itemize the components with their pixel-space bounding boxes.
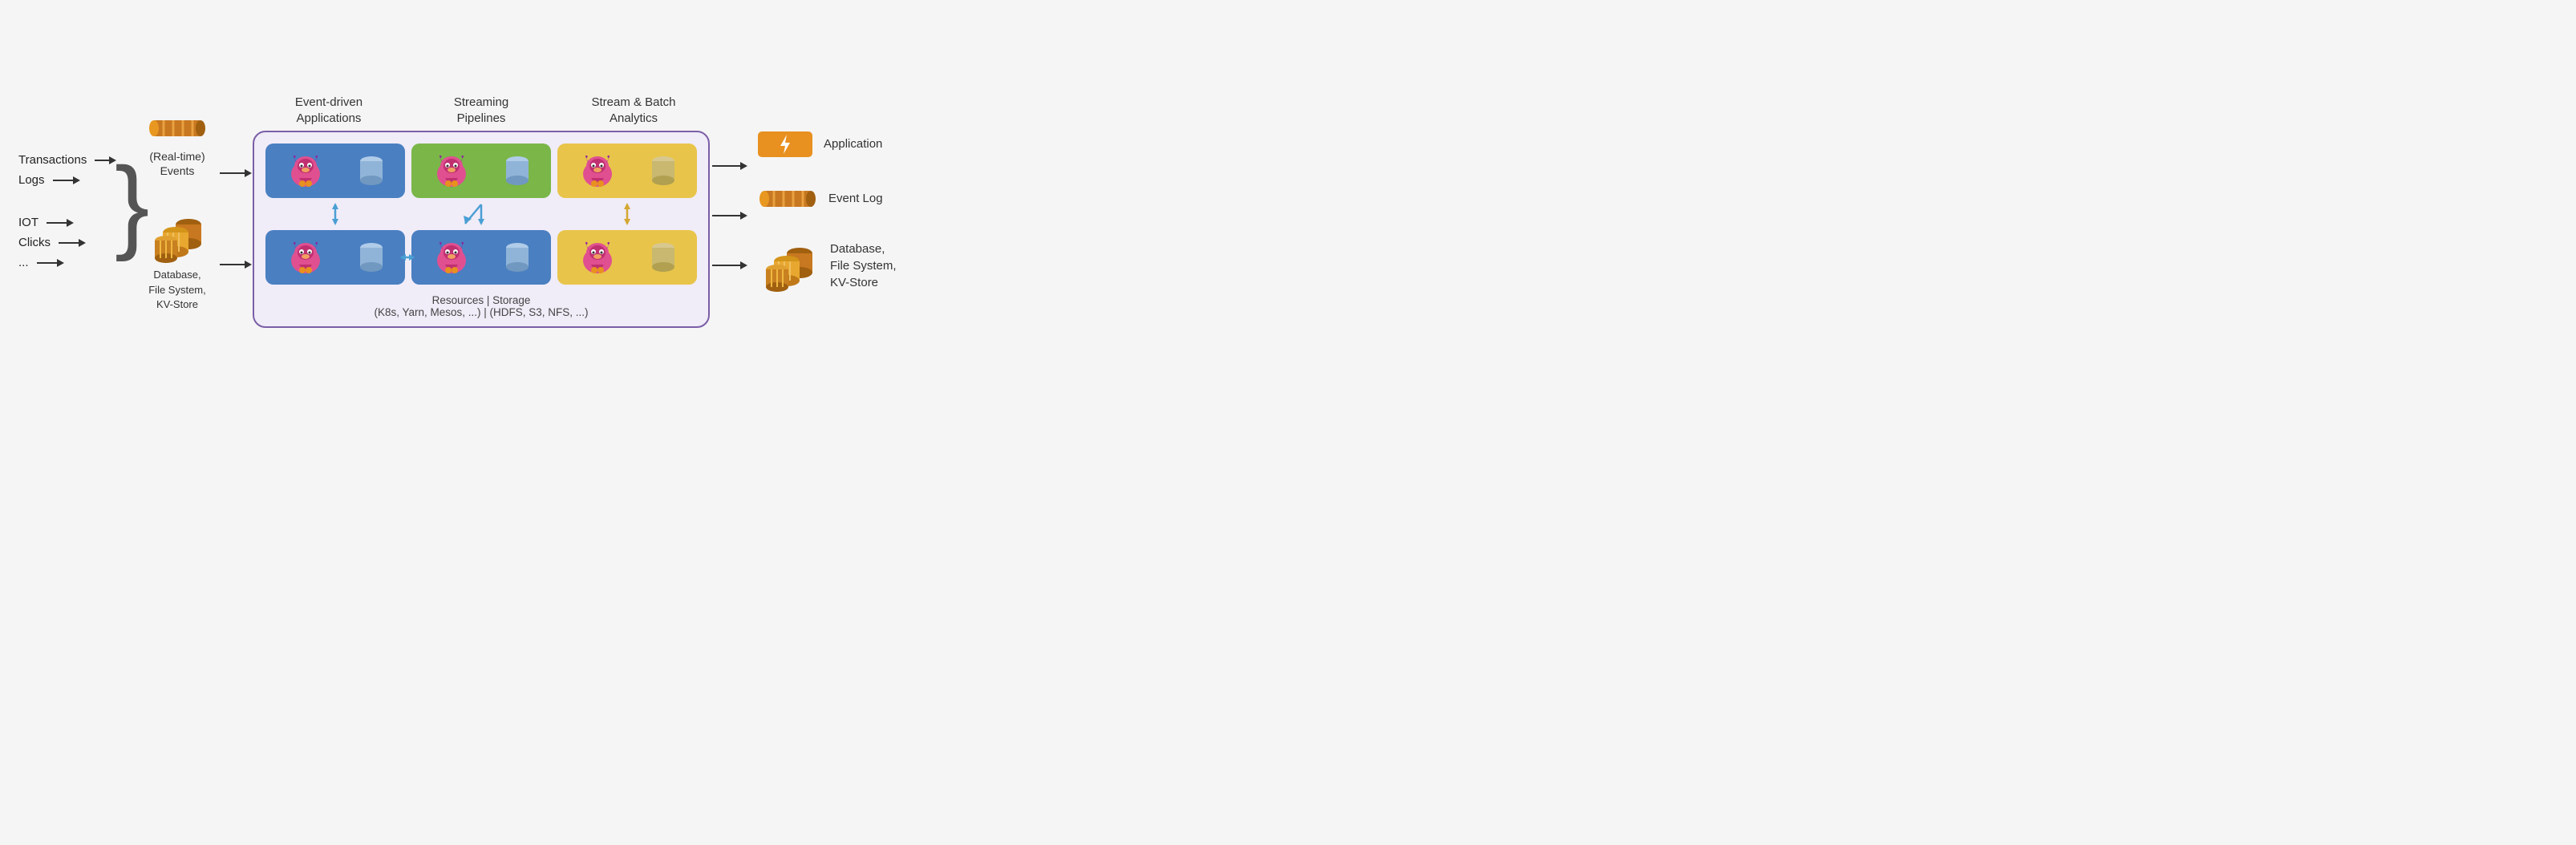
cylinder-bottom-center bbox=[503, 241, 532, 273]
flink-squirrel-1 bbox=[285, 150, 326, 192]
cell-bottom-left-blue bbox=[265, 230, 405, 285]
database-label-left: Database,File System,KV-Store bbox=[148, 268, 206, 312]
arrow-to-app bbox=[712, 165, 746, 167]
cell-bottom-right-yellow bbox=[557, 230, 697, 285]
arrow-events-to-main bbox=[220, 172, 250, 174]
database-icon-group: Database,File System,KV-Store bbox=[145, 210, 209, 312]
resources-label: Resources | Storage (K8s, Yarn, Mesos, .… bbox=[265, 294, 697, 318]
output-app-item: Application bbox=[756, 130, 897, 159]
cell-top-right-yellow bbox=[557, 144, 697, 198]
event-log-icon-right bbox=[756, 181, 819, 216]
col-header-streaming: StreamingPipelines bbox=[406, 95, 557, 126]
main-diagram: Transactions Logs IOT Clicks ... } bbox=[10, 11, 1278, 412]
cylinder-bottom-right bbox=[649, 241, 678, 273]
cylinder-bottom-left bbox=[357, 241, 386, 273]
flink-squirrel-3 bbox=[577, 150, 618, 192]
cylinder-top-left bbox=[357, 155, 386, 187]
vert-dbl-arrow-yellow bbox=[557, 203, 697, 225]
arrow-right-logs bbox=[53, 180, 79, 181]
output-db-item: Database,File System,KV-Store bbox=[756, 239, 897, 293]
output-eventlog-item: Event Log bbox=[756, 181, 897, 216]
vert-dbl-arrow-blue bbox=[265, 203, 405, 225]
cylinder-top-right bbox=[649, 155, 678, 187]
top-row bbox=[265, 144, 697, 198]
horiz-dbl-arrow-left bbox=[400, 251, 415, 264]
col-header-event-driven: Event-drivenApplications bbox=[253, 95, 404, 126]
input-logs: Logs bbox=[18, 173, 115, 187]
arrow-right-iot bbox=[47, 222, 72, 224]
flink-squirrel-2 bbox=[431, 150, 472, 192]
brace: } bbox=[115, 152, 137, 256]
col-header-analytics: Stream & BatchAnalytics bbox=[558, 95, 709, 126]
input-iot: IOT bbox=[18, 216, 115, 229]
app-icon bbox=[756, 130, 814, 159]
cylinder-top-center bbox=[503, 155, 532, 187]
right-outputs: Application Event Log bbox=[756, 130, 897, 293]
events-label: (Real-time)Events bbox=[149, 149, 205, 178]
database-label-right: Database,File System,KV-Store bbox=[830, 241, 897, 291]
column-headers: Event-drivenApplications StreamingPipeli… bbox=[253, 95, 710, 126]
inputs-section: Transactions Logs IOT Clicks ... bbox=[18, 153, 115, 269]
input-transactions: Transactions bbox=[18, 153, 115, 167]
input-dots: ... bbox=[18, 256, 115, 269]
arrows-row bbox=[265, 203, 697, 225]
database-icon-right bbox=[756, 239, 820, 293]
arrow-to-db bbox=[712, 265, 746, 266]
cell-bottom-center-blue bbox=[411, 230, 551, 285]
events-icon-group: (Real-time)Events bbox=[146, 111, 209, 178]
flink-squirrel-4 bbox=[285, 237, 326, 278]
cell-top-center-green bbox=[411, 144, 551, 198]
arrow-right-transactions bbox=[95, 160, 115, 161]
event-log-label: Event Log bbox=[828, 191, 883, 207]
flink-squirrel-5 bbox=[431, 237, 472, 278]
diag-arrows-blue bbox=[411, 203, 551, 225]
source-to-main-arrows bbox=[217, 158, 253, 265]
cell-top-left-blue bbox=[265, 144, 405, 198]
arrow-db-to-main bbox=[220, 264, 250, 265]
arrow-right-clicks bbox=[59, 242, 84, 244]
arrow-right-dots bbox=[37, 262, 63, 264]
main-box-wrapper: Event-drivenApplications StreamingPipeli… bbox=[253, 95, 710, 328]
arrow-to-eventlog bbox=[712, 215, 746, 216]
source-icons-section: (Real-time)Events bbox=[137, 111, 217, 312]
database-icon-left bbox=[145, 210, 209, 265]
app-label: Application bbox=[824, 136, 882, 152]
bottom-row bbox=[265, 230, 697, 285]
main-flink-box: Resources | Storage (K8s, Yarn, Mesos, .… bbox=[253, 131, 710, 328]
event-log-icon-left bbox=[146, 111, 209, 146]
input-clicks: Clicks bbox=[18, 236, 115, 249]
flink-squirrel-6 bbox=[577, 237, 618, 278]
main-to-output-arrows bbox=[710, 157, 748, 266]
